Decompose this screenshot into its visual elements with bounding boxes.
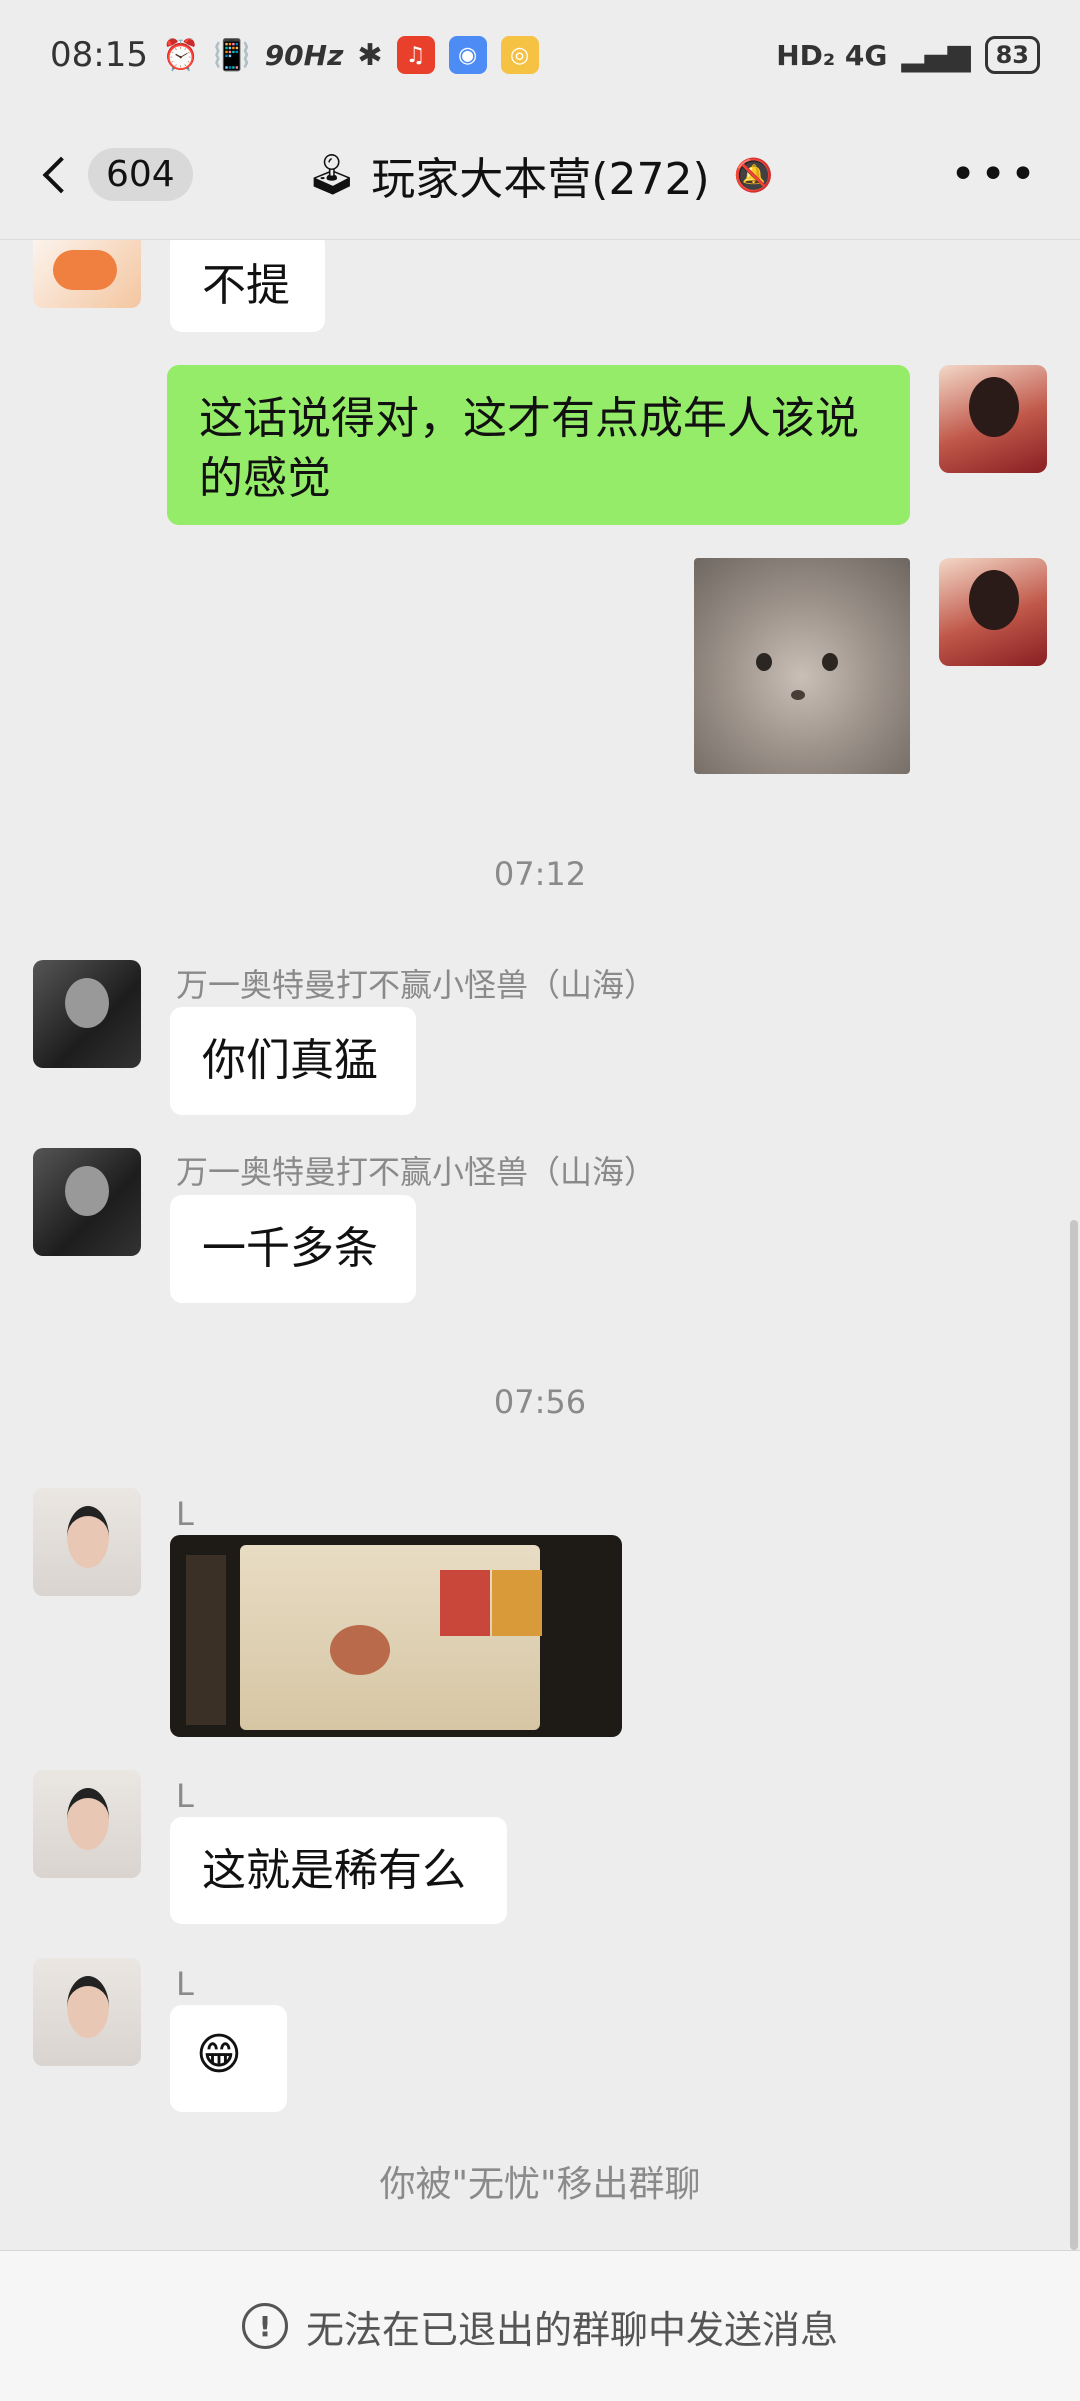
game-screenshot-image[interactable] [170, 1535, 622, 1737]
sender-name: 万一奥特曼打不赢小怪兽（山海） [176, 966, 657, 1004]
sender-name: L [176, 1777, 194, 1815]
cat-nose [791, 690, 805, 700]
cat-eye-left [756, 653, 772, 671]
radio-app-icon: ◉ [448, 36, 487, 74]
vibrate-icon: 📳 [213, 37, 251, 73]
sender-name: L [176, 1495, 194, 1533]
group-name: 玩家大本营(272) [371, 153, 710, 205]
more-options-button[interactable]: ••• [950, 149, 1040, 200]
message-text: 不提 [202, 260, 290, 311]
refresh-rate: 90Hz [264, 38, 344, 72]
message-bubble[interactable]: 😁 [170, 2005, 287, 2112]
avatar-face [67, 1788, 109, 1850]
battery-icon: 83 [984, 36, 1040, 74]
network-indicator: HD₂ 4G [776, 38, 888, 72]
sender-name: L [176, 1965, 194, 2003]
avatar[interactable] [33, 960, 141, 1068]
grinning-emoji: 😁 [196, 2029, 242, 2080]
status-bar: 08:15 ⏰ 📳 90Hz ✱ ♫ ◉ ◎ HD₂ 4G ▂▄▆ 83 [0, 0, 1080, 110]
message-text: 这话说得对，这才有点成年人该说的感觉 [199, 393, 859, 504]
my-avatar[interactable] [939, 558, 1047, 666]
timestamp: 07:12 [493, 855, 587, 893]
avatar[interactable] [33, 1488, 141, 1596]
avatar-figure [65, 1166, 109, 1216]
exclamation-circle-icon: ! [241, 2303, 288, 2349]
avatar-face [67, 1976, 109, 2038]
game-sidebar [186, 1555, 226, 1725]
game-card-gold [492, 1570, 542, 1636]
game-character [330, 1625, 390, 1675]
sender-name: 万一奥特曼打不赢小怪兽（山海） [176, 1153, 657, 1191]
my-avatar[interactable] [939, 365, 1047, 473]
avatar[interactable] [33, 240, 141, 308]
cat-sticker-image[interactable] [694, 558, 910, 774]
status-left: 08:15 ⏰ 📳 90Hz ✱ ♫ ◉ ◎ [50, 35, 539, 75]
message-text: 这就是稀有么 [202, 1845, 466, 1896]
avatar[interactable] [33, 1770, 141, 1878]
chat-header: 604 🕹 玩家大本营(272) 🔕 ••• [0, 110, 1080, 240]
signal-icon: ▂▄▆ [901, 37, 971, 73]
mute-bell-icon: 🔕 [733, 155, 774, 194]
message-list[interactable]: 不提 这话说得对，这才有点成年人该说的感觉 07:12 万一奥特曼打不赢小怪兽（… [0, 240, 1080, 2250]
notice-text: 无法在已退出的群聊中发送消息 [305, 2307, 838, 2352]
avatar-hair [969, 377, 1019, 437]
avatar-face [67, 1506, 109, 1568]
music-app-icon: ♫ [396, 36, 435, 74]
avatar-hair [969, 570, 1019, 630]
avatar-figure [65, 978, 109, 1028]
battery-level: 83 [995, 41, 1029, 69]
scrollbar[interactable] [1070, 1220, 1078, 2250]
message-bubble[interactable]: 这就是稀有么 [170, 1817, 507, 1924]
status-right: HD₂ 4G ▂▄▆ 83 [776, 36, 1040, 74]
game-card-red [440, 1570, 490, 1636]
back-arrow-icon [42, 156, 80, 193]
timestamp: 07:56 [493, 1383, 587, 1421]
message-bubble[interactable]: 不提 [170, 240, 325, 332]
input-disabled-notice: ! 无法在已退出的群聊中发送消息 [0, 2250, 1080, 2401]
weibo-app-icon: ◎ [500, 36, 539, 74]
avatar-illustration [53, 250, 117, 290]
alarm-icon: ⏰ [161, 37, 200, 73]
unread-count-badge: 604 [88, 148, 193, 201]
message-bubble[interactable]: 你们真猛 [170, 1007, 416, 1115]
group-title[interactable]: 🕹 玩家大本营(272) 🔕 [307, 143, 774, 207]
message-bubble[interactable]: 一千多条 [170, 1195, 416, 1303]
avatar[interactable] [33, 1148, 141, 1256]
cat-eye-right [822, 653, 838, 671]
message-text: 一千多条 [202, 1223, 378, 1274]
sent-message-bubble[interactable]: 这话说得对，这才有点成年人该说的感觉 [167, 365, 910, 525]
joystick-icon: 🕹 [306, 152, 358, 198]
back-button[interactable]: 604 [30, 148, 193, 201]
bluetooth-icon: ✱ [357, 37, 383, 73]
status-time: 08:15 [50, 35, 148, 75]
avatar[interactable] [33, 1958, 141, 2066]
message-text: 你们真猛 [202, 1035, 378, 1086]
system-message: 你被"无忧"移出群聊 [379, 2164, 701, 2205]
